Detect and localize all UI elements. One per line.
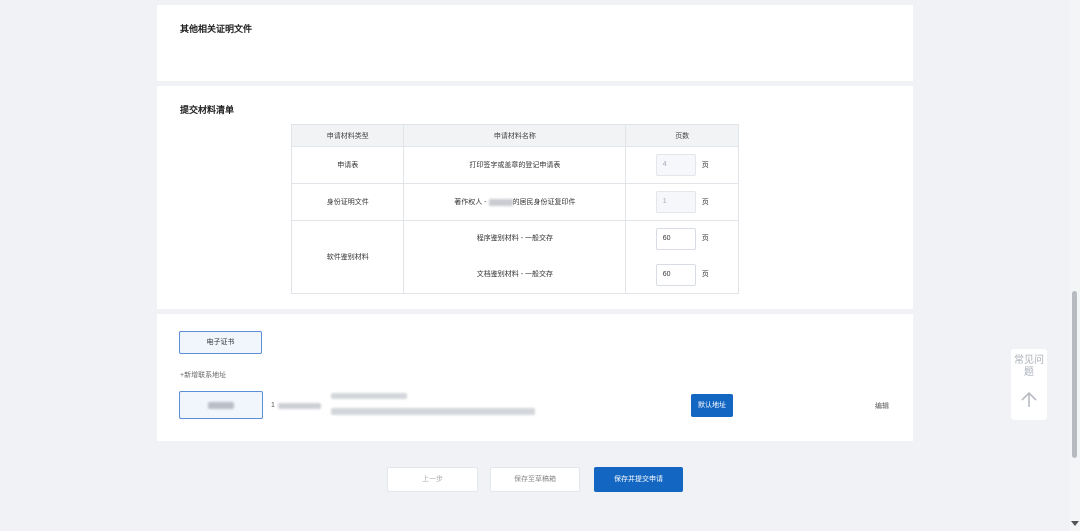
save-draft-button[interactable]: 保存至草稿箱 (490, 467, 580, 492)
pages-unit: 页 (701, 271, 709, 278)
pages-unit: 页 (701, 162, 709, 169)
material-name: 程序鉴别材料 - 一般交存 (476, 235, 554, 242)
previous-step-button[interactable]: 上一步 (387, 467, 478, 492)
pages-row: 60 页 (626, 221, 738, 257)
save-submit-button[interactable]: 保存并提交申请 (594, 467, 683, 492)
redacted-address-line2 (331, 408, 535, 415)
material-name-group: 程序鉴别材料 - 一般交存 文档鉴别材料 - 一般交存 (403, 220, 627, 294)
redacted-name (208, 402, 234, 409)
material-name: 打印签字或盖章的登记申请表 (403, 146, 627, 184)
redacted-address-line1 (331, 393, 407, 399)
material-type: 身份证明文件 (290, 183, 405, 221)
scroll-down-arrow-icon[interactable] (1071, 519, 1079, 527)
pages-input: 4 (655, 154, 696, 176)
other-docs-card: 其他相关证明文件 (157, 5, 913, 81)
table-row: 软件鉴别材料 程序鉴别材料 - 一般交存 文档鉴别材料 - 一般交存 60 页 6… (290, 220, 739, 294)
header-material-type: 申请材料类型 (290, 124, 405, 147)
faq-widget[interactable]: 常见问题 (1011, 349, 1047, 420)
electronic-certificate-button[interactable]: 电子证书 (179, 331, 262, 354)
redacted-name (488, 198, 513, 206)
materials-table: 申请材料类型 申请材料名称 页数 申请表 打印签字或盖章的登记申请表 4页 身份… (290, 124, 739, 294)
pages-cell: 1页 (625, 183, 739, 221)
redacted-phone (278, 403, 321, 409)
material-name: 文档鉴别材料 - 一般交存 (476, 271, 554, 278)
default-address-button[interactable]: 默认地址 (691, 394, 733, 417)
table-row: 申请表 打印签字或盖章的登记申请表 4页 (290, 146, 739, 184)
add-address-link[interactable]: +新增联系地址 (180, 370, 226, 380)
faq-label: 常见问题 (1014, 355, 1044, 378)
phone-number: 1 (271, 402, 275, 409)
pages-input[interactable]: 60 (655, 228, 696, 250)
phone-prefix: 1 (271, 402, 275, 409)
scrollbar-thumb[interactable] (1072, 291, 1077, 458)
material-list-card: 提交材料清单 申请材料类型 申请材料名称 页数 申请表 打印签字或盖章的登记申请… (157, 86, 913, 309)
material-name-prefix: 著作权人 - (454, 199, 489, 206)
material-list-title: 提交材料清单 (180, 105, 235, 115)
material-type: 软件鉴别材料 (290, 220, 405, 294)
material-name-suffix: 的居民身份证复印件 (512, 199, 576, 206)
other-docs-title: 其他相关证明文件 (180, 24, 253, 34)
pages-unit: 页 (701, 235, 709, 242)
edit-address-link[interactable]: 编辑 (875, 401, 889, 411)
pages-input: 1 (655, 191, 696, 213)
pages-cell: 4页 (625, 146, 739, 184)
header-material-name: 申请材料名称 (403, 124, 627, 147)
pages-cell-group: 60 页 60 页 (625, 220, 739, 294)
table-row: 身份证明文件 著作权人 - 的居民身份证复印件 1页 (290, 183, 739, 221)
scrollbar[interactable] (1070, 0, 1080, 531)
pages-input[interactable]: 60 (655, 264, 696, 286)
address-card: 电子证书 +新增联系地址 1 默认地址 编辑 (157, 314, 913, 441)
table-header-row: 申请材料类型 申请材料名称 页数 (290, 124, 739, 147)
material-name: 著作权人 - 的居民身份证复印件 (403, 183, 627, 221)
arrow-up-icon[interactable] (1019, 391, 1039, 409)
material-type: 申请表 (290, 146, 405, 184)
address-name-box[interactable] (179, 391, 263, 419)
header-pages: 页数 (625, 124, 739, 147)
pages-unit: 页 (701, 199, 709, 206)
pages-row: 60 页 (626, 257, 738, 293)
